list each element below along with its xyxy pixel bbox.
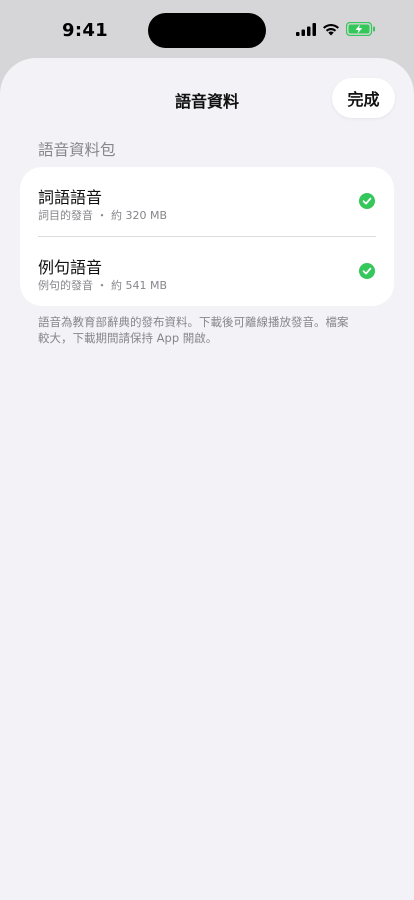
status-bar: 9:41 (0, 0, 414, 58)
list-item-title: 例句語音 (38, 258, 103, 277)
checkmark-circle-icon (359, 193, 375, 209)
battery-charging-icon (346, 22, 376, 36)
section-header: 語音資料包 (38, 141, 116, 159)
list-item-title: 詞語語音 (38, 188, 103, 207)
checkmark-circle-icon (359, 263, 375, 279)
list-item-subtitle: 詞目的發音 ・ 約 320 MB (38, 209, 168, 222)
status-icons (296, 22, 376, 36)
dynamic-island (148, 13, 266, 48)
list-item-subtitle: 例句的發音 ・ 約 541 MB (38, 279, 168, 292)
voice-pack-list: 詞語語音 詞目的發音 ・ 約 320 MB 例句語音 例句的發音 ・ 約 541… (20, 167, 394, 306)
status-time: 9:41 (62, 20, 108, 41)
footer-note: 語音為教育部辭典的發布資料。下載後可離線播放發音。檔案 較大，下載期間請保持 A… (38, 315, 349, 345)
done-button[interactable]: 完成 (332, 78, 395, 118)
cellular-signal-icon (296, 22, 316, 36)
list-item-word-audio[interactable]: 詞語語音 詞目的發音 ・ 約 320 MB (20, 167, 394, 236)
list-item-sentence-audio[interactable]: 例句語音 例句的發音 ・ 約 541 MB (20, 237, 394, 306)
voice-data-sheet: 語音資料 完成 語音資料包 詞語語音 詞目的發音 ・ 約 320 MB 例句語音… (0, 58, 414, 900)
wifi-icon (322, 23, 340, 36)
